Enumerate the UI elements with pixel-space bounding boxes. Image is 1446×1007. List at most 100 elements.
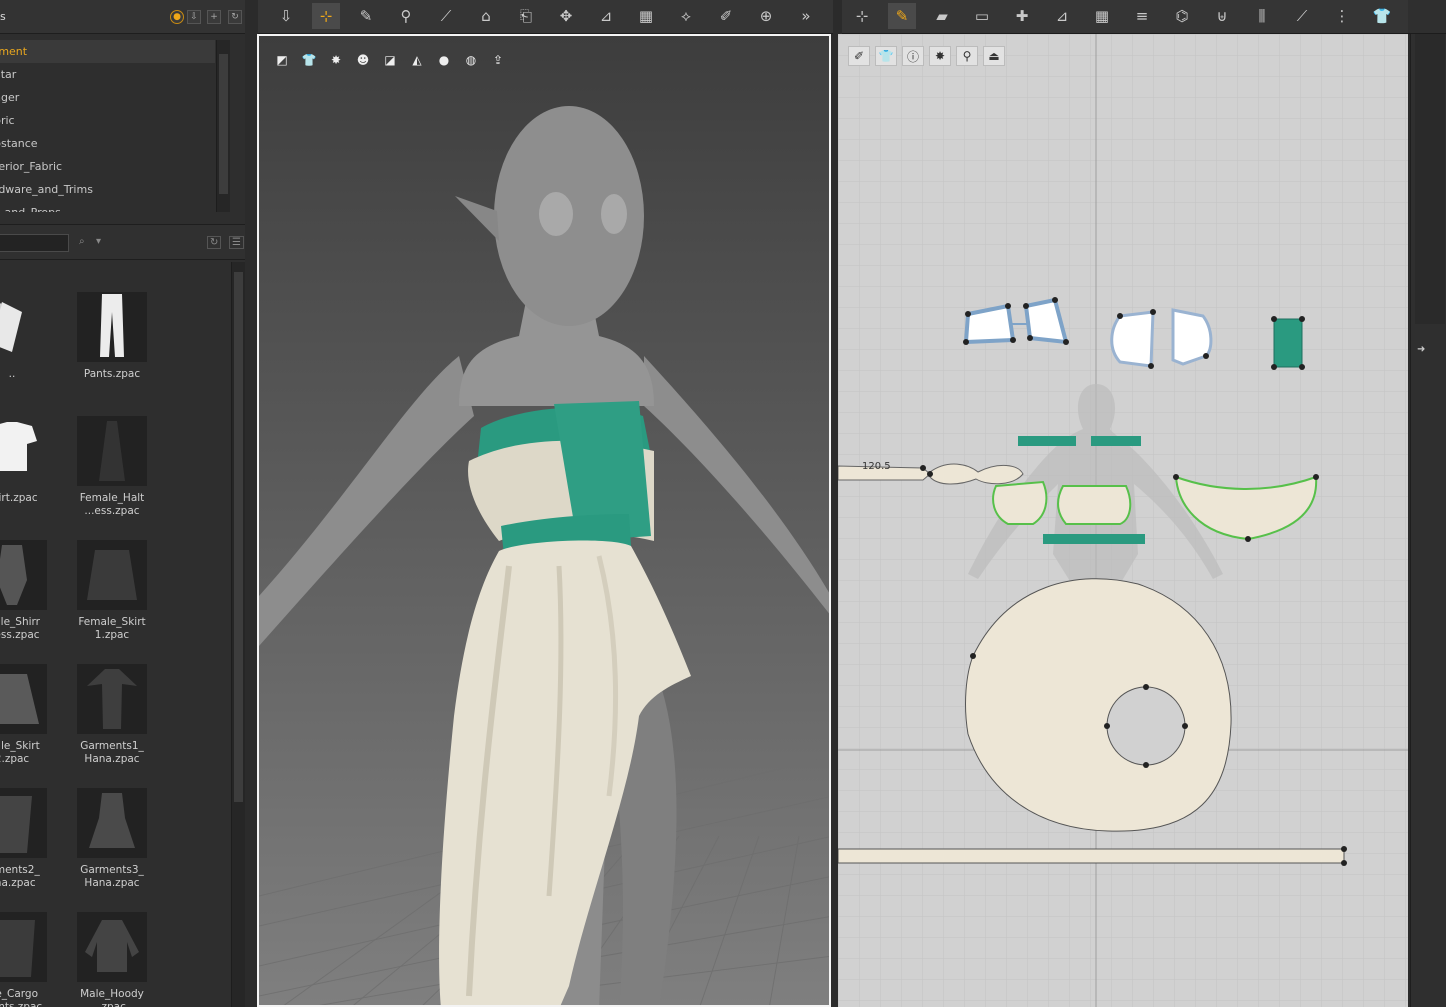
- file-thumbnail: [77, 416, 147, 486]
- fold-arrangement-icon[interactable]: ⌂: [472, 3, 500, 29]
- export-icon[interactable]: ⇪: [487, 50, 509, 70]
- texture-icon[interactable]: ✸: [325, 50, 347, 70]
- texture-icon[interactable]: ✸: [929, 46, 951, 66]
- garment-view-icon[interactable]: 👕: [875, 46, 897, 66]
- thickness-icon[interactable]: ⏏: [983, 46, 1005, 66]
- 3d-view-toolbar: ◩ 👕 ✸ ☻ ◪ ◭ ● ◍ ⇪: [271, 50, 509, 70]
- library-header: s ● ⇩ + ↻: [0, 0, 245, 34]
- info-icon[interactable]: ⓘ: [902, 46, 924, 66]
- bulb-icon[interactable]: ●: [433, 50, 455, 70]
- dart-icon[interactable]: ✚: [1008, 3, 1036, 29]
- 3d-viewport[interactable]: ◩ 👕 ✸ ☻ ◪ ◭ ● ◍ ⇪: [257, 34, 831, 1007]
- 3d-scene[interactable]: [259, 36, 831, 1007]
- tree-item[interactable]: rdware_and_Trims: [0, 178, 215, 201]
- gizmo-icon[interactable]: ✥: [552, 3, 580, 29]
- file-item[interactable]: Male_Hoody .zpac: [62, 912, 162, 1007]
- brush-icon[interactable]: ✐: [848, 46, 870, 66]
- tree-item[interactable]: rment: [0, 40, 215, 63]
- file-item[interactable]: Female_Skirt 1.zpac: [62, 540, 162, 642]
- tree-item[interactable]: atar: [0, 63, 215, 86]
- refresh-icon[interactable]: ↻: [228, 10, 242, 24]
- arrangement-icon[interactable]: ⎗: [512, 3, 540, 29]
- pattern-piece: [1043, 534, 1145, 544]
- pattern-piece: [1110, 310, 1155, 368]
- edit-pattern-icon[interactable]: ✎: [888, 3, 916, 29]
- file-item[interactable]: Pants.zpac: [62, 292, 162, 381]
- trim-icon[interactable]: ⋮: [1328, 3, 1356, 29]
- tree-item[interactable]: bstance: [0, 132, 215, 155]
- transform-pattern-icon[interactable]: ⊹: [848, 3, 876, 29]
- 2d-view-toolbar: ✐ 👕 ⓘ ✸ ⚲ ⏏: [848, 46, 1005, 66]
- free-sewing-icon[interactable]: ⊎: [1208, 3, 1236, 29]
- pattern-piece: [1018, 436, 1076, 446]
- tree-item[interactable]: bric: [0, 109, 215, 132]
- pattern-piece: [1273, 318, 1303, 368]
- polygon-icon[interactable]: ▰: [928, 3, 956, 29]
- render-icon[interactable]: ◩: [271, 50, 293, 70]
- internal-line-icon[interactable]: ⊿: [1048, 3, 1076, 29]
- avatar-icon[interactable]: ☻: [352, 50, 374, 70]
- edit-pattern-icon[interactable]: ✎: [352, 3, 380, 29]
- dimension-label: 120.5: [862, 461, 891, 472]
- refresh-icon[interactable]: ↻: [207, 236, 222, 249]
- file-item[interactable]: male_Shirr ...ess.zpac: [0, 540, 62, 642]
- avatar-right-arm: [644, 356, 829, 614]
- expand-arrow-icon[interactable]: ➜: [1417, 344, 1425, 355]
- pattern-canvas[interactable]: [838, 34, 1408, 1007]
- fold-icon[interactable]: ≡: [1128, 3, 1156, 29]
- 2d-pattern-window[interactable]: 120.5 ✐ 👕 ⓘ ✸ ⚲ ⏏: [838, 34, 1408, 1007]
- file-scrollbar[interactable]: [231, 262, 245, 1007]
- search-input[interactable]: [0, 234, 69, 252]
- file-scrollbar-thumb[interactable]: [234, 272, 243, 802]
- pattern-icon[interactable]: ◪: [379, 50, 401, 70]
- file-item[interactable]: arments2_ ana.zpac: [0, 788, 62, 890]
- add-pin-icon[interactable]: ⊕: [752, 3, 780, 29]
- sewing-icon[interactable]: ⌬: [1168, 3, 1196, 29]
- shirt-icon[interactable]: 👕: [1368, 3, 1396, 29]
- new-badge-icon[interactable]: ●: [170, 10, 184, 24]
- rectangle-icon[interactable]: ▭: [968, 3, 996, 29]
- chevron-down-icon[interactable]: ▾: [96, 236, 101, 247]
- list-view-icon[interactable]: ☰: [229, 236, 244, 249]
- tack-icon[interactable]: ⚲: [392, 3, 420, 29]
- file-label: ..: [8, 368, 16, 380]
- file-thumbnail: [0, 416, 47, 486]
- search-icon[interactable]: ⌕: [79, 236, 85, 247]
- segment-icon[interactable]: ▦: [1088, 3, 1116, 29]
- transform-pattern-icon[interactable]: ⊹: [312, 3, 340, 29]
- avatar-silhouette-icon[interactable]: ⚲: [956, 46, 978, 66]
- measure-icon[interactable]: ⟡: [672, 3, 700, 29]
- library-breadcrumb: s: [0, 10, 6, 23]
- file-item[interactable]: male_Skirt 2.zpac: [0, 664, 62, 766]
- select-move-icon[interactable]: ⇩: [272, 3, 300, 29]
- brush-icon[interactable]: ✐: [712, 3, 740, 29]
- grid-icon[interactable]: ▦: [632, 3, 660, 29]
- line-icon[interactable]: ⟋: [432, 3, 460, 29]
- download-icon[interactable]: ⇩: [187, 10, 201, 24]
- library-tree: rmentatarngerbricbstanceterior_Fabricrdw…: [0, 40, 215, 212]
- tree-item[interactable]: terior_Fabric: [0, 155, 215, 178]
- add-icon[interactable]: +: [207, 10, 221, 24]
- file-thumbnail: [77, 912, 147, 982]
- overflow-icon[interactable]: »: [792, 3, 820, 29]
- lighting-icon[interactable]: ◭: [406, 50, 428, 70]
- tree-item[interactable]: nger: [0, 86, 215, 109]
- garment-icon[interactable]: 👕: [298, 50, 320, 70]
- tape-icon[interactable]: ⟋: [1288, 3, 1316, 29]
- pin-icon[interactable]: ⊿: [592, 3, 620, 29]
- toolbar-2d: ⊹ ✎ ▰ ▭ ✚ ⊿ ▦ ≡ ⌬ ⊎ ⫼ ⟋ ⋮ 👕: [842, 0, 1410, 34]
- file-item[interactable]: Garments3_ Hana.zpac: [62, 788, 162, 890]
- file-item[interactable]: Female_Halt ...ess.zpac: [62, 416, 162, 518]
- tree-scrollbar[interactable]: [216, 40, 230, 212]
- file-label: Male_Hoody .zpac: [80, 988, 144, 1007]
- tree-scrollbar-thumb[interactable]: [219, 54, 228, 194]
- file-item[interactable]: ale_Cargo ...ants.zpac: [0, 912, 62, 1007]
- file-thumbnail: [77, 788, 147, 858]
- file-item[interactable]: Garments1_ Hana.zpac: [62, 664, 162, 766]
- tree-item[interactable]: ...and_Props: [0, 201, 215, 212]
- elastic-icon[interactable]: ⫼: [1248, 3, 1276, 29]
- file-label: male_Skirt 2.zpac: [0, 740, 40, 765]
- file-item[interactable]: shirt.zpac: [0, 416, 62, 505]
- file-item[interactable]: ..: [0, 292, 62, 381]
- globe-icon[interactable]: ◍: [460, 50, 482, 70]
